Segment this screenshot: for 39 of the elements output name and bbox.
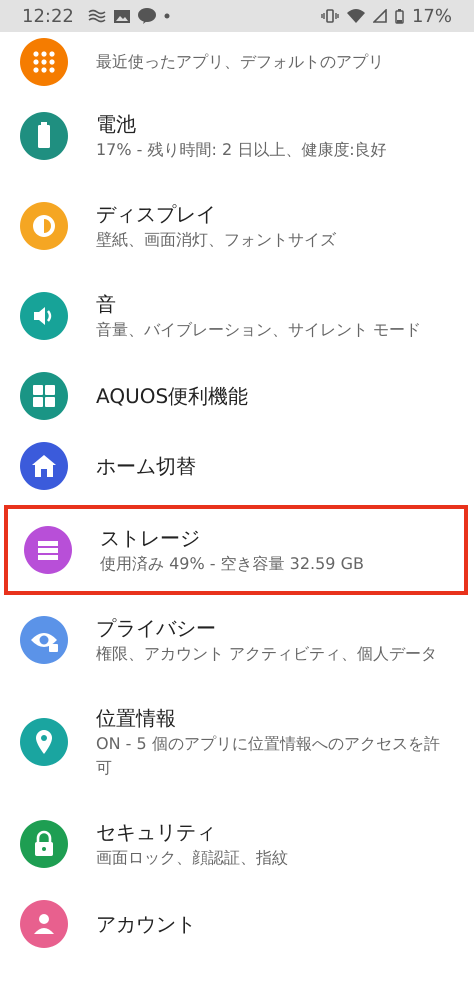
item-summary: ON - 5 個のアプリに位置情報へのアクセスを許可 [96,733,441,779]
item-summary: 最近使ったアプリ、デフォルトのアプリ [96,50,385,72]
item-title: プライバシー [96,615,217,642]
signal-icon [372,9,387,23]
settings-item[interactable]: ディスプレイ 壁紙、画面消灯、フォントサイズ [0,181,474,271]
status-time: 12:22 [22,6,74,26]
wifi-icon [346,9,365,23]
settings-item[interactable]: アカウント [0,889,474,959]
settings-item[interactable]: 位置情報 ON - 5 個のアプリに位置情報へのアクセスを許可 [0,685,474,799]
item-title: 位置情報 [96,705,177,732]
item-title: AQUOS便利機能 [96,383,250,410]
highlighted-settings-item[interactable]: ストレージ 使用済み 49% - 空き容量 32.59 GB [4,505,468,595]
item-title: アカウント [96,911,197,938]
item-title: ホーム切替 [96,453,197,480]
item-title: 音 [96,291,117,318]
chat-bubble-icon [138,8,156,24]
item-summary: 壁紙、画面消灯、フォントサイズ [96,229,337,251]
settings-item[interactable]: ホーム切替 [0,431,474,501]
battery-percent: 17% [412,6,452,26]
settings-item[interactable]: プライバシー 権限、アカウント アクティビティ、個人データ [0,595,474,685]
item-summary: 音量、バイブレーション、サイレント モード [96,319,422,341]
vibrate-icon [320,9,339,23]
settings-item[interactable]: 電池 17% - 残り時間: 2 日以上、健康度:良好 [0,91,474,181]
waves-icon [88,9,106,23]
item-summary: 17% - 残り時間: 2 日以上、健康度:良好 [96,139,388,161]
settings-item[interactable]: AQUOS便利機能 [0,361,474,431]
item-title: ディスプレイ [96,201,217,228]
item-summary: 権限、アカウント アクティビティ、個人データ [96,643,438,665]
battery-status-icon [394,8,404,24]
image-icon [114,9,130,23]
item-title: セキュリティ [96,819,217,846]
item-title: ストレージ [100,525,201,552]
item-summary: 使用済み 49% - 空き容量 32.59 GB [100,553,365,575]
settings-item[interactable]: セキュリティ 画面ロック、顔認証、指紋 [0,799,474,889]
item-title: 電池 [96,111,137,138]
item-summary: 画面ロック、顔認証、指紋 [96,847,289,869]
settings-item[interactable]: 音 音量、バイブレーション、サイレント モード [0,271,474,361]
dot-icon [164,13,170,19]
settings-item[interactable]: 最近使ったアプリ、デフォルトのアプリ [0,32,474,91]
